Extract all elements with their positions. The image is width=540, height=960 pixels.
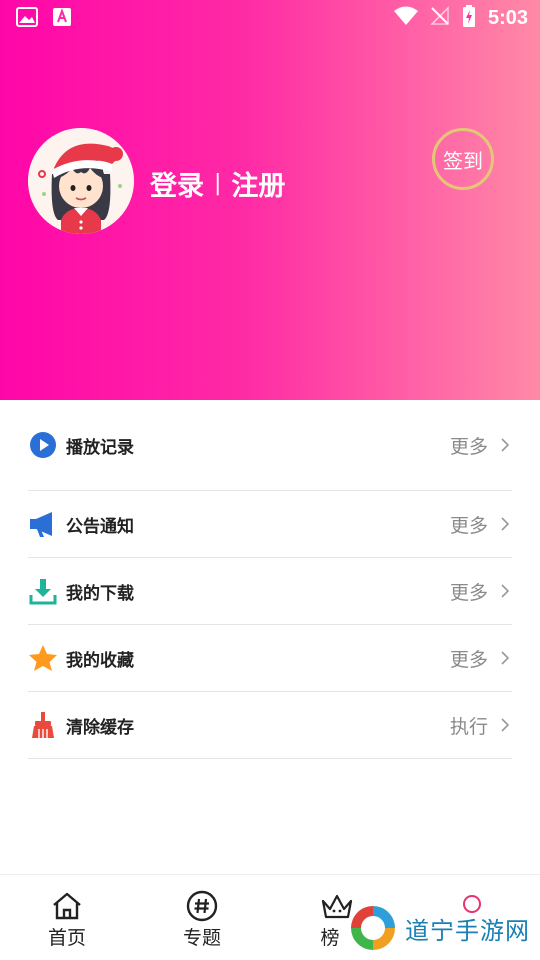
menu-item-clear-cache[interactable]: 清除缓存 执行: [28, 692, 512, 759]
chevron-right-icon: [501, 584, 510, 598]
menu-item-label: 公告通知: [66, 516, 134, 537]
tab-topics[interactable]: 专题: [157, 889, 247, 950]
execute-link[interactable]: 执行: [450, 692, 512, 758]
menu-list: 播放记录 更多 公告通知 更多 我的下载 更多 我的收藏 更多 清除缓存 执行: [0, 400, 540, 759]
menu-item-announcements[interactable]: 公告通知 更多: [28, 491, 512, 558]
status-bar: 5:03: [0, 0, 540, 36]
more-link[interactable]: 更多: [450, 491, 512, 557]
clock: 5:03: [487, 6, 528, 29]
chevron-right-icon: [501, 718, 510, 732]
chevron-right-icon: [501, 651, 510, 665]
more-link[interactable]: 更多: [450, 400, 512, 490]
broom-icon: [28, 710, 58, 740]
chevron-right-icon: [501, 438, 510, 452]
wifi-icon: [393, 6, 418, 30]
avatar-girl-icon: [28, 128, 134, 234]
image-icon: [16, 7, 38, 31]
bottom-nav: 首页 专题 榜 道宁手游网: [0, 874, 540, 960]
tab-label: 专题: [182, 927, 221, 949]
register-link[interactable]: 注册: [231, 164, 285, 203]
tab-home[interactable]: 首页: [22, 889, 112, 950]
battery-charging-icon: [462, 5, 476, 31]
more-link[interactable]: 更多: [450, 625, 512, 691]
menu-item-favorites[interactable]: 我的收藏 更多: [28, 625, 512, 692]
menu-item-play-history[interactable]: 播放记录 更多: [28, 400, 512, 491]
tab-label: 榜: [320, 927, 340, 949]
login-separator: |: [214, 171, 222, 196]
login-register[interactable]: 登录 | 注册: [150, 164, 285, 203]
chevron-right-icon: [501, 517, 510, 531]
menu-item-label: 播放记录: [66, 437, 134, 458]
more-link[interactable]: 更多: [450, 558, 512, 624]
avatar[interactable]: [28, 128, 134, 234]
login-link[interactable]: 登录: [150, 164, 204, 203]
menu-item-label: 清除缓存: [66, 717, 134, 738]
home-icon: [50, 889, 84, 923]
no-signal-icon: [430, 6, 450, 30]
download-icon: [28, 576, 58, 606]
hashtag-icon: [185, 889, 219, 923]
text-icon: [52, 7, 72, 31]
menu-item-label: 我的下载: [66, 583, 134, 604]
star-icon: [28, 643, 58, 673]
watermark-text: 道宁手游网: [405, 916, 530, 945]
menu-item-label: 我的收藏: [66, 650, 134, 671]
play-icon: [28, 430, 58, 460]
tab-label: 首页: [47, 927, 86, 949]
profile-header: 5:03 登录 | 注册 签到: [0, 0, 540, 400]
watermark: 道宁手游网: [347, 902, 530, 954]
megaphone-icon: [28, 509, 58, 539]
menu-item-downloads[interactable]: 我的下载 更多: [28, 558, 512, 625]
signin-button[interactable]: 签到: [432, 128, 494, 190]
watermark-logo-icon: [349, 904, 397, 952]
